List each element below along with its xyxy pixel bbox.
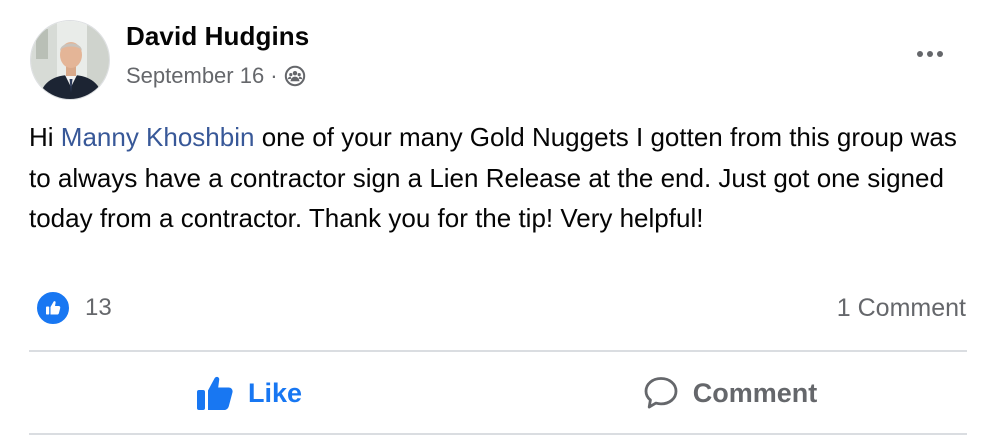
more-horizontal-icon [917,51,923,57]
mention-link[interactable]: Manny Khoshbin [61,122,255,152]
reactions-summary[interactable]: 13 [35,290,112,326]
avatar[interactable] [30,20,110,100]
post-text: Hi Manny Khoshbin one of your many Gold … [29,117,959,239]
reaction-count: 13 [85,294,112,321]
more-options-button[interactable] [904,36,956,72]
thumbs-up-icon [196,375,234,411]
comment-label: Comment [692,377,818,408]
facebook-post: David Hudgins September 16 · Hi Manny Kh… [0,0,996,446]
group-icon [284,65,306,87]
divider [29,350,967,352]
comment-icon [643,375,679,411]
meta-separator: · [270,63,278,88]
comment-button[interactable]: Comment [510,362,950,424]
post-meta: September 16 · [126,63,306,89]
post-date[interactable]: September 16 [126,63,264,89]
author-name[interactable]: David Hudgins [126,21,309,52]
post-text-prefix: Hi [29,122,61,152]
divider [29,433,967,435]
author-photo [31,21,109,99]
like-button[interactable]: Like [29,362,469,424]
like-label: Like [247,377,303,408]
like-icon [35,290,71,326]
comment-count-link[interactable]: 1 Comment [837,294,966,323]
